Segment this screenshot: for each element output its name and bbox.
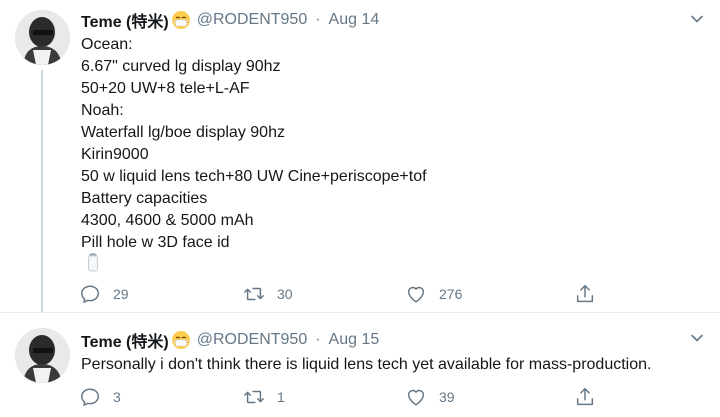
share-button[interactable] [574, 386, 608, 408]
tweet-header: Teme (特米) @RODENT950 · Aug 14 [81, 9, 379, 31]
like-button[interactable]: 39 [405, 386, 455, 408]
avatar[interactable] [15, 10, 70, 65]
reply-count: 29 [113, 286, 129, 302]
like-button[interactable]: 276 [405, 283, 462, 305]
retweet-icon [244, 287, 264, 301]
tweet-line: Ocean: [81, 36, 133, 53]
display-name[interactable]: Teme (特米) [81, 328, 169, 352]
tweet-line: Personally i don't think there is liquid… [81, 356, 652, 373]
tweet-line: Battery capacities [81, 190, 208, 207]
tweet-line: 4300, 4600 & 5000 mAh [81, 212, 254, 229]
tweet[interactable]: Teme (特米) @RODENT950 · Aug 14 Ocean: 6.6… [0, 0, 720, 312]
tweet[interactable]: Teme (特米) @RODENT950 · Aug 15 Personally… [0, 312, 720, 417]
reply-button[interactable]: 3 [79, 386, 121, 408]
tweet-text: Personally i don't think there is liquid… [81, 354, 706, 376]
tweet-actions: 3 1 39 [79, 385, 619, 409]
tweet-line: Kirin9000 [81, 146, 149, 163]
heart-icon [407, 286, 425, 303]
retweet-count: 30 [277, 286, 293, 302]
separator-dot: · [315, 11, 321, 28]
reply-count: 3 [113, 389, 121, 405]
avatar-image [15, 10, 70, 65]
tweet-line: 6.67" curved lg display 90hz [81, 58, 281, 75]
handle[interactable]: @RODENT950 [197, 11, 308, 29]
tweet-line: Pill hole w 3D face id [81, 234, 230, 251]
like-count: 276 [439, 286, 463, 302]
chevron-down-icon[interactable] [690, 12, 704, 26]
share-icon [576, 388, 594, 406]
tweet-actions: 29 30 276 [79, 282, 619, 306]
tweet-header: Teme (特米) @RODENT950 · Aug 15 [81, 329, 379, 351]
tweet-line: 50 w liquid lens tech+80 UW Cine+perisco… [81, 168, 427, 185]
like-count: 39 [439, 389, 455, 405]
mask-face-emoji-icon [171, 11, 190, 29]
tweet-line: 50+20 UW+8 tele+L-AF [81, 80, 250, 97]
tweet-line: Noah: [81, 102, 124, 119]
share-button[interactable] [574, 283, 608, 305]
avatar-image [15, 328, 70, 383]
handle[interactable]: @RODENT950 [197, 331, 308, 349]
retweet-count: 1 [277, 389, 285, 405]
tweet-text: Ocean: 6.67" curved lg display 90hz 50+2… [81, 34, 706, 254]
separator-dot: · [315, 331, 321, 348]
tweet-date[interactable]: Aug 15 [329, 331, 380, 349]
reply-icon [81, 285, 99, 303]
thread-line [41, 70, 43, 312]
reply-button[interactable]: 29 [79, 283, 129, 305]
retweet-icon [244, 390, 264, 404]
share-icon [576, 285, 594, 303]
salt-shaker-emoji-icon [88, 253, 98, 272]
tweet-date[interactable]: Aug 14 [329, 11, 380, 29]
tweet-line: Waterfall lg/boe display 90hz [81, 124, 285, 141]
retweet-button[interactable]: 1 [243, 386, 285, 408]
mask-face-emoji-icon [171, 331, 190, 349]
retweet-button[interactable]: 30 [243, 283, 293, 305]
reply-icon [81, 388, 99, 406]
avatar[interactable] [15, 328, 70, 383]
heart-icon [407, 389, 425, 406]
chevron-down-icon[interactable] [690, 331, 704, 345]
display-name[interactable]: Teme (特米) [81, 8, 169, 32]
